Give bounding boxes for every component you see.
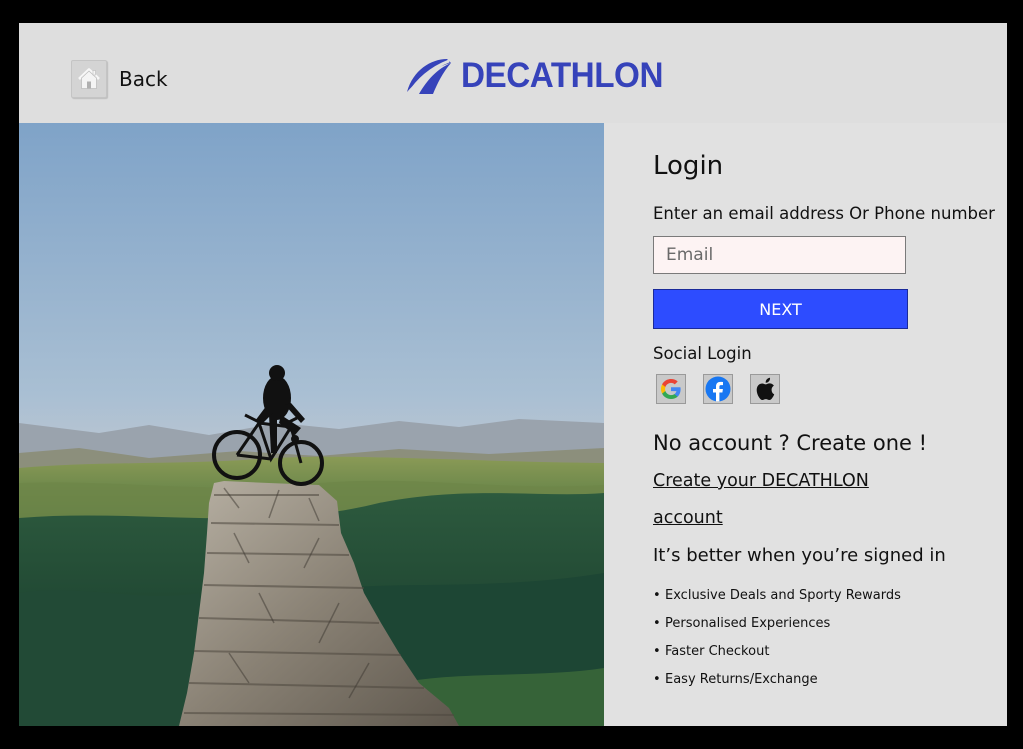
benefits-list: Exclusive Deals and Sporty Rewards Perso… (653, 582, 901, 694)
google-icon (661, 379, 681, 399)
hero-image (19, 123, 604, 726)
benefit-item: Personalised Experiences (653, 610, 901, 638)
brand-name: DECATHLON (461, 56, 663, 95)
app-window: Back DECATHLON Login Enter an email addr… (19, 23, 1007, 726)
social-login-label: Social Login (653, 344, 752, 363)
no-account-heading: No account ? Create one ! (653, 431, 928, 455)
decathlon-swoosh-icon (407, 59, 451, 95)
google-login-button[interactable] (656, 374, 686, 404)
benefit-item: Easy Returns/Exchange (653, 666, 901, 694)
next-button[interactable]: NEXT (653, 289, 908, 329)
home-icon (71, 60, 107, 98)
benefit-item: Exclusive Deals and Sporty Rewards (653, 582, 901, 610)
email-input[interactable] (653, 236, 906, 274)
facebook-icon (705, 376, 731, 402)
benefits-heading: It’s better when you’re signed in (653, 545, 946, 566)
benefit-item: Faster Checkout (653, 638, 901, 666)
back-label: Back (119, 67, 168, 91)
header: Back DECATHLON (19, 23, 1007, 123)
social-login-buttons (656, 374, 780, 404)
email-prompt: Enter an email address Or Phone number (653, 204, 995, 223)
apple-icon (756, 377, 775, 400)
create-account-link[interactable]: Create your DECATHLON account (653, 463, 913, 537)
decathlon-logo[interactable]: DECATHLON (405, 56, 674, 96)
back-button[interactable]: Back (71, 60, 168, 98)
facebook-login-button[interactable] (703, 374, 733, 404)
login-title: Login (653, 151, 724, 181)
apple-login-button[interactable] (750, 374, 780, 404)
login-panel: Login Enter an email address Or Phone nu… (604, 123, 1007, 726)
